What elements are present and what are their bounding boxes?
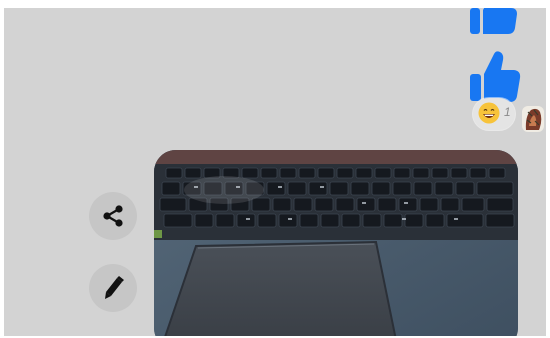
reaction-summary[interactable]: 1 [473, 98, 515, 130]
reaction-count: 1 [504, 105, 511, 119]
photo-message[interactable] [154, 150, 518, 336]
grinning-emoji-icon [478, 102, 500, 124]
chat-thread: 1 [4, 8, 546, 336]
edit-button[interactable] [89, 264, 137, 312]
avatar[interactable] [522, 106, 544, 132]
share-icon [103, 205, 123, 227]
laptop-keyboard-photo [154, 150, 518, 336]
pencil-icon [105, 276, 124, 299]
share-button[interactable] [89, 192, 137, 240]
thumbs-up-icon[interactable] [468, 8, 518, 38]
